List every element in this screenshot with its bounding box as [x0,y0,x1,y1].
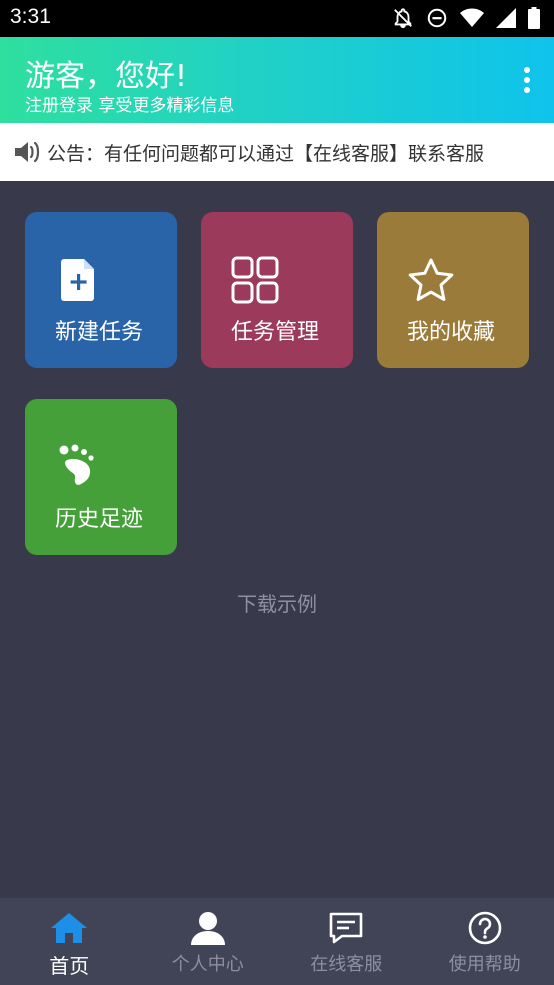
nav-item-profile[interactable]: 个人中心 [139,898,278,985]
header: 游客，您好! 注册登录 享受更多精彩信息 [0,37,554,123]
new-task-tile[interactable]: 新建任务 [25,212,177,368]
status-time: 3:31 [10,5,51,28]
nav-label: 个人中心 [171,954,244,975]
nav-item-home[interactable]: 首页 [0,898,139,985]
grid-icon [231,256,279,304]
more-dot-icon [524,77,530,83]
home-icon [51,910,88,946]
status-icons [392,7,540,29]
bottom-nav: 首页 个人中心 在线客服 使用帮助 [0,898,554,985]
more-dot-icon [524,67,530,73]
tile-label: 新建任务 [55,320,144,345]
notice-text: 公告：有任何问题都可以通过【在线客服】联系客服 [47,142,485,165]
tile-label: 历史足迹 [55,507,144,532]
status-bar: 3:31 [0,0,554,37]
login-prompt[interactable]: 注册登录 享受更多精彩信息 [25,91,234,116]
download-example-link[interactable]: 下载示例 [0,588,554,617]
footprint-icon [55,443,103,491]
new-file-icon [55,256,103,304]
wifi-icon [460,8,484,28]
greeting-title: 游客，您好! [25,59,188,94]
history-footprint-tile[interactable]: 历史足迹 [25,399,177,555]
notifications-off-icon [392,7,414,29]
tile-label: 任务管理 [231,320,320,345]
user-icon [190,910,226,946]
help-icon [468,910,502,946]
nav-item-online-service[interactable]: 在线客服 [277,898,416,985]
nav-label: 首页 [49,954,90,978]
notice-bar[interactable]: 公告：有任何问题都可以通过【在线客服】联系客服 [0,123,554,181]
nav-label: 使用帮助 [448,954,521,975]
more-dot-icon [524,87,530,93]
battery-icon [528,7,540,29]
task-management-tile[interactable]: 任务管理 [201,212,353,368]
chat-icon [328,910,364,946]
nav-label: 在线客服 [310,954,383,975]
tile-label: 我的收藏 [407,320,496,345]
do-not-disturb-icon [426,7,448,29]
my-favorites-tile[interactable]: 我的收藏 [377,212,529,368]
more-options-button[interactable] [522,67,532,93]
nav-item-help[interactable]: 使用帮助 [416,898,554,985]
star-icon [407,256,455,304]
signal-icon [496,8,516,28]
speaker-icon [13,139,43,165]
